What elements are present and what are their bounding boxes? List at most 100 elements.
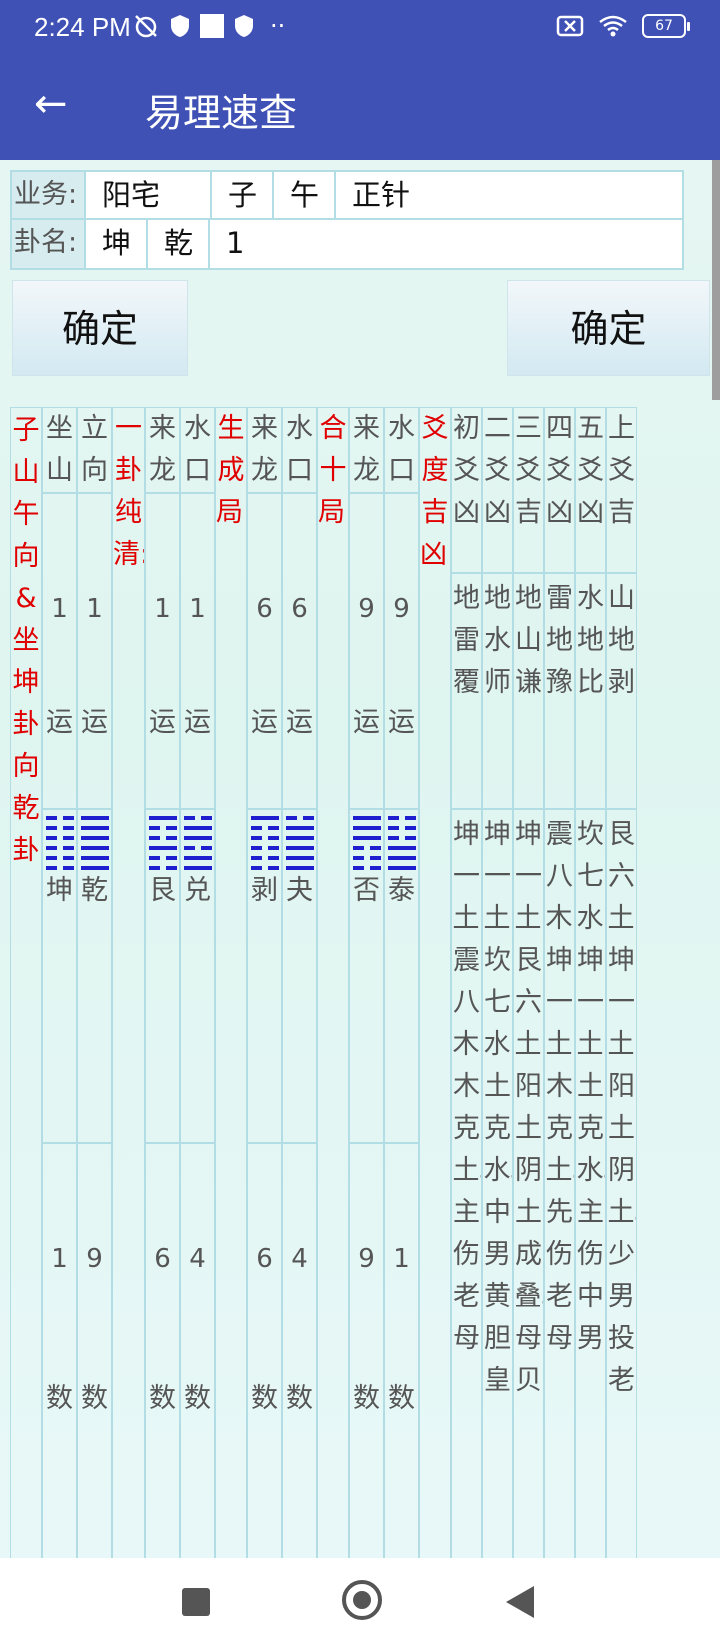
gua-cell: 兑 bbox=[180, 809, 215, 1143]
header-laiLong-1: 来龙 bbox=[145, 407, 180, 493]
gua-sit-field[interactable]: 坤 bbox=[86, 220, 148, 268]
yun-cell: 9运 bbox=[384, 493, 419, 809]
yao-gua-text: 地山谦 bbox=[515, 583, 542, 698]
confirm-button-left[interactable]: 确定 bbox=[12, 280, 188, 376]
shu-cell: 4数 bbox=[180, 1143, 215, 1558]
yao-jx-text: 吉 bbox=[515, 497, 542, 528]
section-label-text: 合十局: bbox=[318, 413, 348, 528]
more-notifications-dots: ·· bbox=[270, 12, 286, 40]
gua-cell: 剥 bbox=[247, 809, 282, 1143]
yao-jx-text: 吉 bbox=[608, 497, 635, 528]
hexagram-kun-icon bbox=[45, 816, 74, 870]
yun-value: 9 bbox=[393, 594, 410, 624]
section-label-cell: 合十局: bbox=[317, 407, 349, 1558]
shu-value: 6 bbox=[154, 1244, 171, 1274]
sim-off-icon bbox=[556, 15, 584, 37]
hexagram-guai-icon bbox=[285, 816, 314, 870]
main-label-text: 子山午向 & 坐坤卦向乾卦 bbox=[12, 415, 40, 866]
header-shuiKou-1: 水口 bbox=[180, 407, 215, 493]
yao-header-4: 四爻凶 bbox=[544, 407, 575, 573]
yao-gua-cell: 山地剥 bbox=[606, 573, 637, 809]
shu-value: 4 bbox=[291, 1244, 308, 1274]
shield-icon bbox=[171, 15, 189, 37]
shu-value: 1 bbox=[393, 1244, 410, 1274]
header-text: 来龙 bbox=[251, 413, 278, 486]
shu-value: 4 bbox=[189, 1244, 206, 1274]
form-row-gua: 卦名: 坤 乾 1 bbox=[12, 220, 682, 268]
yao-gua-cell: 地雷覆 bbox=[451, 573, 482, 809]
header-text: 水口 bbox=[388, 413, 415, 486]
shu-cell: 6数 bbox=[145, 1143, 180, 1558]
yun-value: 6 bbox=[291, 594, 308, 624]
header-face-text: 立向 bbox=[81, 413, 108, 486]
header-shuiKou-3: 水口 bbox=[384, 407, 419, 493]
yao-gua-text: 雷地豫 bbox=[546, 583, 573, 698]
yun-value: 1 bbox=[86, 594, 103, 624]
section-label-text: 爻度吉凶: bbox=[420, 413, 450, 570]
scrollbar[interactable] bbox=[712, 160, 720, 1558]
yun-unit: 运 bbox=[353, 707, 380, 738]
shu-cell: 6数 bbox=[247, 1143, 282, 1558]
yun-unit: 运 bbox=[81, 707, 108, 738]
back-triangle-icon[interactable] bbox=[506, 1586, 534, 1618]
yao-note-text: 坤一土,艮六土,阳土阴土成叠。母贝 bbox=[514, 819, 544, 1396]
shu-cell: 1数 bbox=[384, 1143, 419, 1558]
yun-cell: 1运 bbox=[180, 493, 215, 809]
gua-cell: 泰 bbox=[384, 809, 419, 1143]
shu-unit: 数 bbox=[388, 1383, 415, 1414]
main-label-cell: 子山午向 & 坐坤卦向乾卦 bbox=[10, 407, 42, 1558]
gua-cell: 乾 bbox=[77, 809, 112, 1143]
status-time: 2:24 PM bbox=[34, 12, 131, 42]
yun-cell: 1运 bbox=[42, 493, 77, 809]
needle-type-field[interactable]: 正针 bbox=[336, 172, 682, 218]
gua-name: 否 bbox=[353, 875, 380, 906]
shu-unit: 数 bbox=[286, 1383, 313, 1414]
gua-face-field[interactable]: 乾 bbox=[148, 220, 210, 268]
sit-direction-field[interactable]: 子 bbox=[212, 172, 274, 218]
confirm-button-right[interactable]: 确定 bbox=[507, 280, 710, 376]
yun-unit: 运 bbox=[149, 707, 176, 738]
yao-header-text: 上爻 bbox=[608, 413, 635, 486]
section-label-cell: 生成局: bbox=[215, 407, 247, 1558]
hexagram-qian-icon bbox=[80, 816, 109, 870]
section-label-text: 生成局: bbox=[216, 413, 246, 528]
yao-note-text: 坤一土,震八木,木克土。主伤老母 bbox=[452, 819, 482, 1354]
page-title: 易理速查 bbox=[145, 91, 298, 135]
section-label-cell: 爻度吉凶: bbox=[419, 407, 451, 1558]
shu-unit: 数 bbox=[353, 1383, 380, 1414]
yao-note-cell: 坎七水,坤一土,土克水。主伤中男 bbox=[575, 809, 606, 1558]
gua-name: 剥 bbox=[251, 875, 278, 906]
business-label: 业务: bbox=[12, 172, 86, 218]
yun-cell: 6运 bbox=[247, 493, 282, 809]
back-arrow-icon[interactable]: ← bbox=[34, 80, 82, 128]
yao-header-text: 二爻 bbox=[484, 413, 511, 486]
business-type-field[interactable]: 阳宅 bbox=[86, 172, 212, 218]
yun-cell: 1运 bbox=[145, 493, 180, 809]
yao-note-cell: 艮六土,坤一土,阳土阴土。少男投老 bbox=[606, 809, 637, 1558]
header-shuiKou-2: 水口 bbox=[282, 407, 317, 493]
gua-name: 泰 bbox=[388, 875, 415, 906]
yao-note-cell: 坤一土,震八木,木克土。主伤老母 bbox=[451, 809, 482, 1558]
yao-jx-text: 凶 bbox=[546, 497, 573, 528]
yao-jx-text: 凶 bbox=[484, 497, 511, 528]
gua-cell: 否 bbox=[349, 809, 384, 1143]
header-sit: 坐山 bbox=[42, 407, 77, 493]
gua-yun-field[interactable]: 1 bbox=[210, 220, 682, 268]
yao-header-1: 初爻凶 bbox=[451, 407, 482, 573]
shu-unit: 数 bbox=[149, 1383, 176, 1414]
battery-icon: 67 bbox=[642, 14, 690, 38]
face-direction-field[interactable]: 午 bbox=[274, 172, 336, 218]
scrollbar-thumb[interactable] bbox=[712, 160, 720, 400]
yao-gua-text: 地雷覆 bbox=[453, 583, 480, 698]
gua-name-label: 卦名: bbox=[12, 220, 86, 268]
yao-gua-cell: 水地比 bbox=[575, 573, 606, 809]
hexagram-gen-icon bbox=[148, 816, 177, 870]
yao-gua-text: 地水师 bbox=[484, 583, 511, 698]
yao-note-cell: 坤一土,艮六土,阳土阴土成叠。母贝 bbox=[513, 809, 544, 1558]
home-icon[interactable] bbox=[342, 1580, 382, 1620]
yun-cell: 6运 bbox=[282, 493, 317, 809]
status-icons-right: 67 bbox=[556, 12, 690, 40]
hexagram-bo-icon bbox=[250, 816, 279, 870]
shield-icon bbox=[235, 15, 253, 37]
recent-apps-icon[interactable] bbox=[182, 1588, 210, 1616]
